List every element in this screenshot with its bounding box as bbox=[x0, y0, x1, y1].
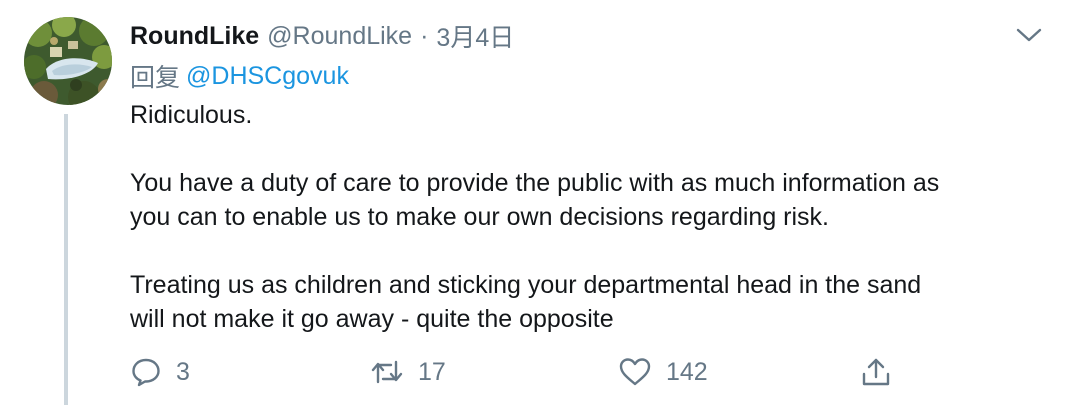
display-name[interactable]: RoundLike bbox=[130, 22, 259, 51]
like-button[interactable]: 142 bbox=[618, 352, 708, 392]
reply-button[interactable]: 3 bbox=[130, 352, 190, 392]
action-bar: 3 17 142 bbox=[130, 352, 910, 392]
heart-icon bbox=[618, 356, 652, 388]
like-count: 142 bbox=[666, 357, 708, 386]
chevron-down-icon bbox=[1016, 27, 1042, 48]
user-handle[interactable]: @RoundLike bbox=[267, 22, 412, 51]
tweet-text-line: you can to enable us to make our own dec… bbox=[130, 203, 829, 231]
retweet-icon bbox=[370, 356, 404, 388]
thread-line bbox=[64, 114, 68, 405]
tweet-text: Ridiculous. You have a duty of care to p… bbox=[130, 98, 1050, 336]
reply-count: 3 bbox=[176, 357, 190, 386]
retweet-count: 17 bbox=[418, 357, 446, 386]
retweet-button[interactable]: 17 bbox=[370, 352, 446, 392]
share-icon bbox=[860, 356, 892, 388]
separator: · bbox=[420, 21, 429, 50]
reply-prefix: 回复 bbox=[130, 64, 181, 92]
avatar[interactable] bbox=[24, 17, 112, 105]
tweet-text-line: will not make it go away - quite the opp… bbox=[130, 305, 614, 333]
reply-context: 回复 @DHSCgovuk bbox=[130, 58, 349, 94]
more-options-button[interactable] bbox=[1014, 22, 1044, 52]
tweet-date[interactable]: 3月4日 bbox=[436, 18, 514, 54]
tweet-text-line: Ridiculous. bbox=[130, 101, 253, 129]
reply-bubble-icon bbox=[130, 356, 162, 388]
tweet-text-line: You have a duty of care to provide the p… bbox=[130, 169, 940, 197]
tweet[interactable]: RoundLike @RoundLike · 3月4日 回复 @DHSCgovu… bbox=[0, 0, 1080, 405]
share-button[interactable] bbox=[860, 352, 892, 392]
tweet-text-line: Treating us as children and sticking you… bbox=[130, 271, 922, 299]
reply-to-link[interactable]: @DHSCgovuk bbox=[186, 62, 349, 91]
tweet-header: RoundLike @RoundLike · 3月4日 bbox=[130, 18, 514, 54]
